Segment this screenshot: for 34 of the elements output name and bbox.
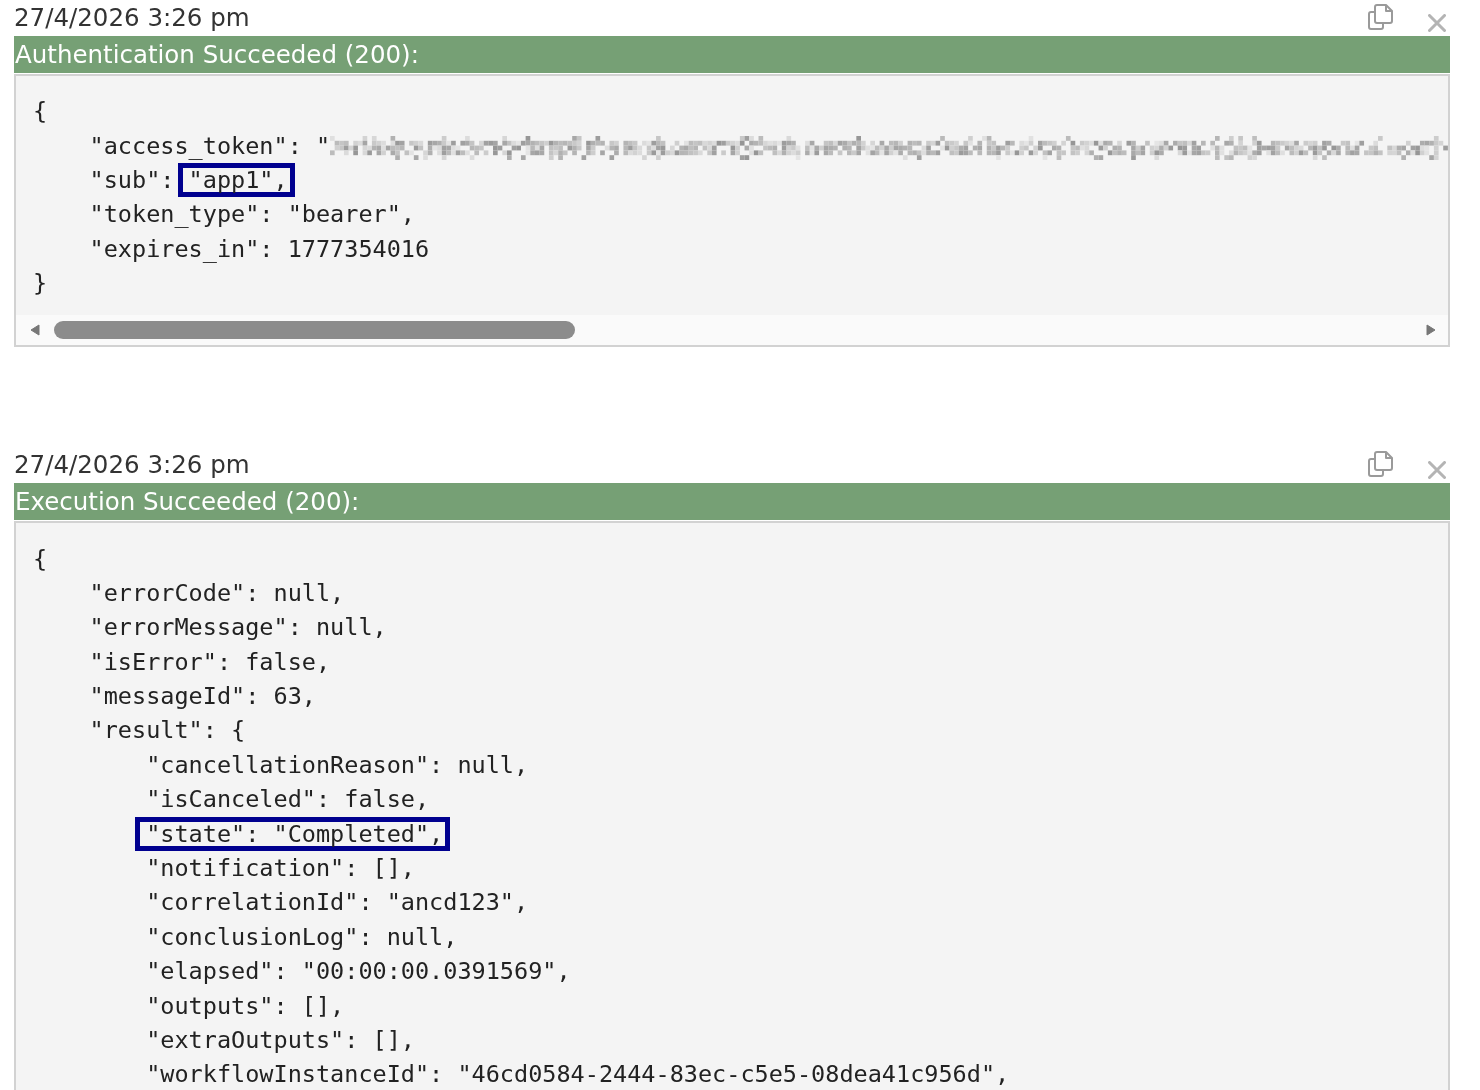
status-bar: Authentication Succeeded (200): bbox=[14, 36, 1450, 73]
close-icon[interactable] bbox=[1428, 14, 1446, 32]
code-line: } bbox=[33, 269, 48, 298]
scroll-left-icon[interactable] bbox=[30, 324, 40, 337]
close-icon[interactable] bbox=[1428, 461, 1446, 480]
copy-icon[interactable] bbox=[1368, 4, 1393, 30]
code-line: "expires_in": 1777354016 bbox=[89, 234, 430, 263]
code-line: { bbox=[33, 97, 48, 126]
code-line: "notification": [], bbox=[146, 854, 415, 883]
copy-icon[interactable] bbox=[1368, 451, 1393, 478]
highlighted-code: "app1", bbox=[177, 162, 295, 197]
code-line: "cancellationReason": null, bbox=[146, 750, 529, 779]
scroll-right-icon[interactable] bbox=[1426, 324, 1436, 337]
code-line: { bbox=[33, 544, 48, 573]
code-line: "errorMessage": null, bbox=[89, 613, 387, 642]
highlighted-code: "state": "Completed", bbox=[135, 816, 451, 851]
scrollbar-thumb[interactable] bbox=[54, 321, 575, 340]
code-line: "conclusionLog": null, bbox=[146, 922, 458, 951]
code-line: "result": { bbox=[89, 716, 246, 745]
code-line: "token_type": "bearer", bbox=[89, 200, 415, 229]
status-bar: Execution Succeeded (200): bbox=[14, 483, 1450, 521]
code-line: "sub": bbox=[89, 165, 175, 194]
code-line: "workflowInstanceId": "46cd0584-2444-83ec-c5e5-08dea41c956d", bbox=[146, 1060, 1010, 1089]
code-line: "isError": false, bbox=[89, 647, 331, 676]
code-line: "errorCode": null, bbox=[89, 578, 345, 607]
code-line: "isCanceled": false, bbox=[146, 785, 430, 814]
timestamp: 27/4/2026 3:26 pm bbox=[14, 449, 250, 482]
code-line: "elapsed": "00:00:00.0391569", bbox=[146, 957, 571, 986]
code-line: "correlationId": "ancd123", bbox=[146, 888, 529, 917]
code-line: "outputs": [], bbox=[146, 991, 345, 1020]
code-line: "messageId": 63, bbox=[89, 682, 316, 711]
timestamp: 27/4/2026 3:26 pm bbox=[14, 2, 250, 34]
code-line: "access_token": " bbox=[89, 131, 331, 160]
code-line: "extraOutputs": [], bbox=[146, 1026, 415, 1054]
